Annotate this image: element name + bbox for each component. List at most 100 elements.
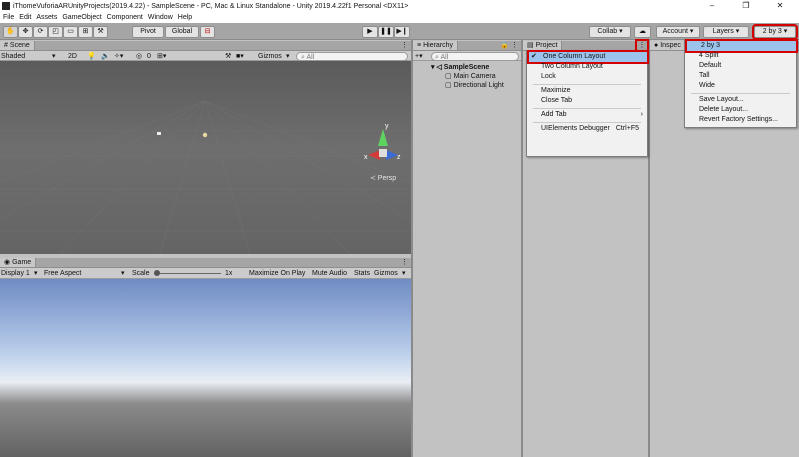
account-label: Account <box>662 28 688 35</box>
hierarchy-add-button[interactable]: +▾ <box>415 52 423 61</box>
layers-dropdown[interactable]: Layers ▾ <box>703 26 749 38</box>
layout-item-delete-layout[interactable]: Delete Layout... <box>685 105 796 115</box>
menu-file[interactable]: File <box>3 14 14 21</box>
gizmos-arrow[interactable]: ▾ <box>286 52 290 61</box>
layout-dropdown[interactable]: 2 by 3 ▾ <box>752 24 798 40</box>
tree-item-directional-light[interactable]: ▢ Directional Light <box>445 81 504 90</box>
pivot-button[interactable]: Pivot <box>132 26 164 38</box>
tab-inspector[interactable]: ● Inspec <box>650 41 686 50</box>
step-icon: ▶❙ <box>396 28 408 35</box>
perspective-label[interactable]: ≺ Persp <box>370 175 396 182</box>
gameobject-icon: ▢ <box>445 73 452 80</box>
hierarchy-lock-icon[interactable]: 🔒 <box>500 41 509 51</box>
minimize-button[interactable]: – <box>699 0 725 12</box>
menu-item-one-column-layout[interactable]: ✔ One Column Layout <box>527 50 649 64</box>
snap-increment-icon[interactable]: ⊟ <box>200 26 215 38</box>
grid-snap-icon[interactable]: ⊞▾ <box>157 52 166 61</box>
submenu-arrow-icon: › <box>640 111 643 118</box>
layout-item-label: 2 by 3 <box>701 42 721 49</box>
aspect-arrow[interactable]: ▾ <box>121 269 125 278</box>
tab-hierarchy[interactable]: ≡ Hierarchy <box>413 41 459 50</box>
layout-item-label: 4 Split <box>699 52 719 59</box>
scale-tool-icon[interactable]: ◰ <box>48 26 63 38</box>
menu-item-add-tab[interactable]: Add Tab › <box>527 110 647 120</box>
menu-edit[interactable]: Edit <box>19 14 31 21</box>
menu-assets[interactable]: Assets <box>36 14 57 21</box>
mute-audio-toggle[interactable]: Mute Audio <box>312 269 347 278</box>
effects-icon[interactable]: ✧▾ <box>114 52 123 61</box>
menu-gameobject[interactable]: GameObject <box>62 14 101 21</box>
menu-separator <box>533 84 641 85</box>
menu-item-lock[interactable]: Lock <box>527 72 647 82</box>
layout-item-default[interactable]: Default <box>685 61 796 71</box>
play-icon: ▶ <box>367 28 373 35</box>
menu-item-close-tab[interactable]: Close Tab <box>527 96 647 106</box>
game-gizmos-arrow[interactable]: ▾ <box>402 269 406 278</box>
camera-icon[interactable]: ■▾ <box>236 52 244 61</box>
hidden-objects-icon[interactable]: ◎ <box>136 52 142 61</box>
tab-scene[interactable]: # Scene <box>0 41 35 50</box>
move-tool-icon[interactable]: ✥ <box>18 26 33 38</box>
layout-item-wide[interactable]: Wide <box>685 81 796 91</box>
aspect-dropdown[interactable]: Free Aspect <box>44 269 81 278</box>
shading-dropdown-arrow[interactable]: ▾ <box>52 52 56 61</box>
step-button[interactable]: ▶❙ <box>394 26 410 38</box>
game-viewport[interactable] <box>0 279 411 457</box>
display-arrow[interactable]: ▾ <box>34 269 38 278</box>
cloud-icon[interactable]: ☁ <box>634 26 651 38</box>
tree-item-main-camera[interactable]: ▢ Main Camera <box>445 72 496 81</box>
display-dropdown[interactable]: Display 1 <box>1 269 30 278</box>
scene-kebab-icon[interactable]: ⋮ <box>401 41 408 51</box>
custom-tool-icon[interactable]: ⚒ <box>93 26 108 38</box>
audio-icon[interactable]: 🔈 <box>101 52 110 61</box>
pause-icon: ❚❚ <box>380 28 392 35</box>
play-button[interactable]: ▶ <box>362 26 378 38</box>
gizmos-dropdown[interactable]: Gizmos <box>258 52 282 61</box>
orientation-gizmo[interactable] <box>368 129 398 160</box>
menu-help[interactable]: Help <box>178 14 192 21</box>
scene-viewport[interactable]: x z y ≺ Persp <box>0 61 411 254</box>
layout-item-4-split[interactable]: 4 Split <box>685 51 796 61</box>
tools-icon[interactable]: ⚒ <box>225 52 231 61</box>
stats-toggle[interactable]: Stats <box>354 269 370 278</box>
menu-item-two-column-layout[interactable]: Two Column Layout <box>527 62 647 72</box>
layout-item-2-by-3[interactable]: 2 by 3 <box>685 39 798 53</box>
layout-item-revert-factory[interactable]: Revert Factory Settings... <box>685 115 796 125</box>
scale-slider-track[interactable] <box>155 273 221 274</box>
global-button[interactable]: Global <box>165 26 199 38</box>
close-button[interactable]: ✕ <box>767 0 793 12</box>
menu-item-uielements-debugger[interactable]: UIElements Debugger Ctrl+F5 <box>527 124 647 134</box>
rotate-tool-icon[interactable]: ⟳ <box>33 26 48 38</box>
layout-item-tall[interactable]: Tall <box>685 71 796 81</box>
scene-root-row[interactable]: ▾ ◁ SampleScene <box>431 63 489 72</box>
pause-button[interactable]: ❚❚ <box>378 26 394 38</box>
layout-item-label: Tall <box>699 72 710 79</box>
layout-item-save-layout[interactable]: Save Layout... <box>685 95 796 105</box>
maximize-button[interactable]: ❐ <box>733 0 759 12</box>
hand-tool-icon[interactable]: ✋ <box>3 26 18 38</box>
collab-button[interactable]: Collab ▾ <box>589 26 631 38</box>
directional-light-icon[interactable] <box>202 132 208 138</box>
shading-mode-dropdown[interactable]: Shaded <box>1 52 25 61</box>
game-kebab-icon[interactable]: ⋮ <box>401 258 408 268</box>
hierarchy-kebab-icon[interactable]: ⋮ <box>511 41 518 51</box>
hierarchy-search-input[interactable]: ⌕ All <box>431 52 519 61</box>
account-dropdown[interactable]: Account ▾ <box>656 26 700 38</box>
main-camera-icon[interactable] <box>157 132 161 135</box>
tab-game[interactable]: ◉ Game <box>0 258 37 267</box>
scale-slider-thumb[interactable] <box>154 270 160 276</box>
game-toolbar: Display 1 ▾ Free Aspect ▾ Scale 1x Maxim… <box>0 268 411 279</box>
transform-tool-icon[interactable]: ⊞ <box>78 26 93 38</box>
game-gizmos-toggle[interactable]: Gizmos <box>374 269 398 278</box>
rect-tool-icon[interactable]: ▭ <box>63 26 78 38</box>
lighting-icon[interactable]: 💡 <box>87 52 96 61</box>
tab-project[interactable]: ▤ Project <box>523 41 563 50</box>
menu-item-maximize[interactable]: Maximize <box>527 86 647 96</box>
scene-search-input[interactable]: ⌕ All <box>296 52 408 61</box>
maximize-on-play-toggle[interactable]: Maximize On Play <box>249 269 305 278</box>
scene-grid-icon: # <box>4 41 8 49</box>
menu-component[interactable]: Component <box>107 14 143 21</box>
2d-toggle[interactable]: 2D <box>68 52 77 61</box>
scene-tab-strip: # Scene ⋮ <box>0 41 411 51</box>
menu-window[interactable]: Window <box>148 14 173 21</box>
